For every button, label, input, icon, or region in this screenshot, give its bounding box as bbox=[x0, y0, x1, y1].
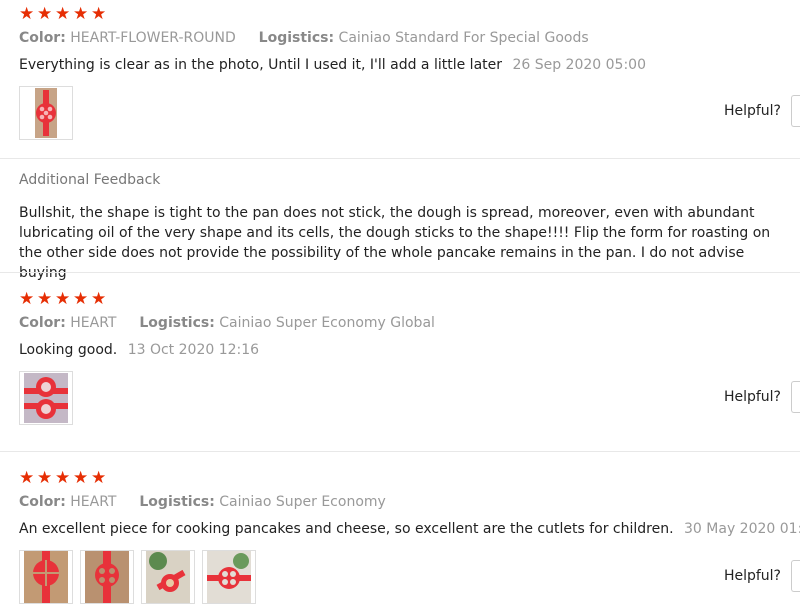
review-meta: Color: HEART Logistics: Cainiao Super Ec… bbox=[19, 314, 800, 332]
review-2: ★ ★ ★ ★ ★ Color: HEART Logistics: Cainia… bbox=[19, 290, 800, 425]
review-photo[interactable] bbox=[141, 550, 195, 604]
star-rating: ★ ★ ★ ★ ★ bbox=[19, 5, 800, 23]
mold-photo-icon bbox=[146, 551, 190, 603]
review-date: 30 May 2020 01:56 bbox=[684, 521, 800, 537]
review-meta: Color: HEART Logistics: Cainiao Super Ec… bbox=[19, 493, 800, 511]
star-icon: ★ bbox=[73, 4, 89, 24]
review-photo[interactable] bbox=[202, 550, 256, 604]
star-rating: ★ ★ ★ ★ ★ bbox=[19, 290, 800, 308]
helpful-label: Helpful? bbox=[723, 389, 781, 405]
color-label: Color: bbox=[19, 494, 66, 510]
additional-feedback-title: Additional Feedback bbox=[19, 172, 161, 188]
star-icon: ★ bbox=[37, 289, 53, 309]
star-icon: ★ bbox=[55, 4, 71, 24]
divider bbox=[0, 451, 800, 452]
additional-feedback-text: Bullshit, the shape is tight to the pan … bbox=[19, 205, 771, 281]
star-icon: ★ bbox=[37, 4, 53, 24]
review-3: ★ ★ ★ ★ ★ Color: HEART Logistics: Cainia… bbox=[19, 469, 800, 604]
star-rating: ★ ★ ★ ★ ★ bbox=[19, 469, 800, 487]
helpful-control: Helpful? bbox=[724, 95, 800, 127]
review-body: Everything is clear as in the photo, Unt… bbox=[19, 57, 502, 73]
divider bbox=[0, 272, 800, 273]
helpful-button[interactable] bbox=[791, 95, 800, 127]
mold-photo-icon bbox=[85, 551, 129, 603]
helpful-label: Helpful? bbox=[723, 103, 781, 119]
helpful-button[interactable] bbox=[791, 381, 800, 413]
star-icon: ★ bbox=[37, 468, 53, 488]
mold-photo-icon bbox=[24, 373, 68, 423]
star-icon: ★ bbox=[55, 289, 71, 309]
star-icon: ★ bbox=[19, 4, 35, 24]
helpful-button[interactable] bbox=[791, 560, 800, 592]
star-icon: ★ bbox=[91, 468, 107, 488]
review-photos bbox=[19, 371, 800, 425]
star-icon: ★ bbox=[19, 468, 35, 488]
logistics-value: Cainiao Super Economy bbox=[219, 494, 386, 510]
logistics-value: Cainiao Super Economy Global bbox=[219, 315, 435, 331]
logistics-label: Logistics: bbox=[139, 315, 215, 331]
mold-photo-icon bbox=[207, 551, 251, 603]
star-icon: ★ bbox=[73, 289, 89, 309]
review-photo[interactable] bbox=[19, 550, 73, 604]
review-photo[interactable] bbox=[19, 371, 73, 425]
review-text: Looking good. 13 Oct 2020 12:16 bbox=[19, 341, 800, 359]
helpful-label: Helpful? bbox=[723, 568, 781, 584]
review-photo[interactable] bbox=[80, 550, 134, 604]
mold-photo-icon bbox=[24, 551, 68, 603]
star-icon: ★ bbox=[19, 289, 35, 309]
color-label: Color: bbox=[19, 30, 66, 46]
star-icon: ★ bbox=[73, 468, 89, 488]
review-photo[interactable] bbox=[19, 86, 73, 140]
review-body: An excellent piece for cooking pancakes … bbox=[19, 521, 674, 537]
color-value: HEART-FLOWER-ROUND bbox=[70, 30, 236, 46]
star-icon: ★ bbox=[55, 468, 71, 488]
review-date: 26 Sep 2020 05:00 bbox=[512, 57, 646, 73]
divider bbox=[0, 158, 800, 159]
review-meta: Color: HEART-FLOWER-ROUND Logistics: Cai… bbox=[19, 29, 800, 47]
mold-photo-icon bbox=[35, 88, 57, 138]
review-photos bbox=[19, 550, 800, 604]
review-body: Looking good. bbox=[19, 342, 118, 358]
star-icon: ★ bbox=[91, 289, 107, 309]
color-label: Color: bbox=[19, 315, 66, 331]
logistics-label: Logistics: bbox=[258, 30, 335, 46]
review-photos bbox=[19, 86, 800, 140]
review-text: Everything is clear as in the photo, Unt… bbox=[19, 56, 800, 74]
helpful-control: Helpful? bbox=[724, 560, 800, 592]
logistics-label: Logistics: bbox=[139, 494, 215, 510]
helpful-control: Helpful? bbox=[724, 381, 800, 413]
logistics-value: Cainiao Standard For Special Goods bbox=[338, 30, 589, 46]
color-value: HEART bbox=[70, 315, 117, 331]
color-value: HEART bbox=[70, 494, 117, 510]
review-text: An excellent piece for cooking pancakes … bbox=[19, 520, 800, 538]
review-date: 13 Oct 2020 12:16 bbox=[127, 342, 260, 358]
star-icon: ★ bbox=[91, 4, 107, 24]
review-1: ★ ★ ★ ★ ★ Color: HEART-FLOWER-ROUND Logi… bbox=[19, 5, 800, 140]
